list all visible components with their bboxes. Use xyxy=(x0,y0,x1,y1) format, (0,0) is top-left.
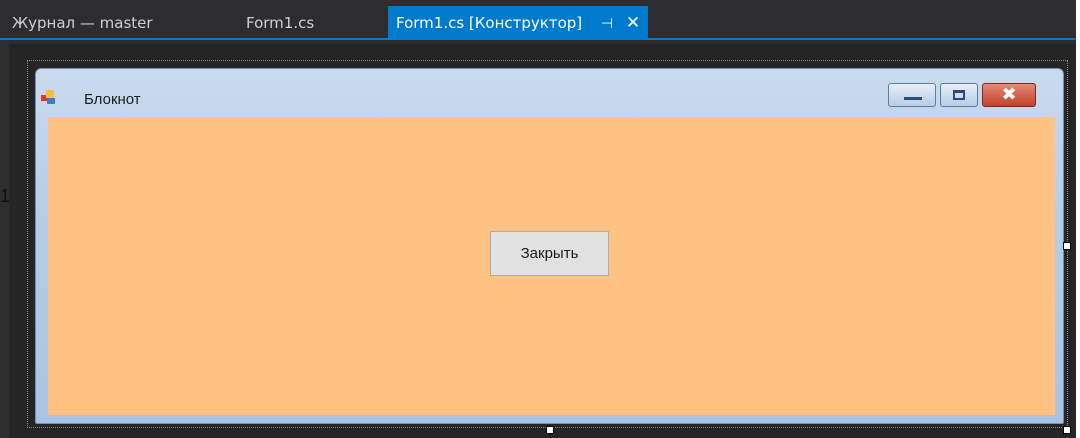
close-tab-icon[interactable]: ✕ xyxy=(626,13,640,33)
tab-form1-designer[interactable]: Form1.cs [Конструктор] ⊣ ✕ xyxy=(388,6,649,40)
close-window-button[interactable]: ✖ xyxy=(982,83,1036,107)
maximize-icon xyxy=(953,90,965,100)
resize-handle-bottom-right[interactable] xyxy=(1063,426,1071,434)
maximize-button[interactable] xyxy=(940,83,978,107)
tab-journal-label: Журнал — master xyxy=(12,14,153,32)
edge-partial-text: 1 xyxy=(0,186,11,206)
form-app-icon xyxy=(41,89,57,105)
close-button-label: Закрыть xyxy=(520,245,579,262)
designed-form[interactable]: Блокнот ✖ Закрыть xyxy=(35,68,1064,424)
tab-form1-designer-label: Form1.cs [Конструктор] xyxy=(396,14,583,32)
resize-handle-right[interactable] xyxy=(1063,242,1071,250)
tab-form1-code[interactable]: Form1.cs xyxy=(238,8,322,38)
tab-journal[interactable]: Журнал — master xyxy=(4,8,161,38)
form-client-area[interactable]: Закрыть xyxy=(48,117,1055,415)
close-button[interactable]: Закрыть xyxy=(490,231,609,276)
pin-icon[interactable]: ⊣ xyxy=(601,16,613,32)
close-icon: ✖ xyxy=(1001,84,1017,105)
resize-handle-bottom[interactable] xyxy=(546,426,554,434)
tab-form1-code-label: Form1.cs xyxy=(246,14,315,32)
form-title: Блокнот xyxy=(84,91,141,108)
minimize-icon xyxy=(904,97,922,100)
document-tabstrip: Журнал — master Form1.cs Form1.cs [Конст… xyxy=(0,0,1076,40)
minimize-button[interactable] xyxy=(888,83,936,107)
ide-window: Журнал — master Form1.cs Form1.cs [Конст… xyxy=(0,0,1076,438)
